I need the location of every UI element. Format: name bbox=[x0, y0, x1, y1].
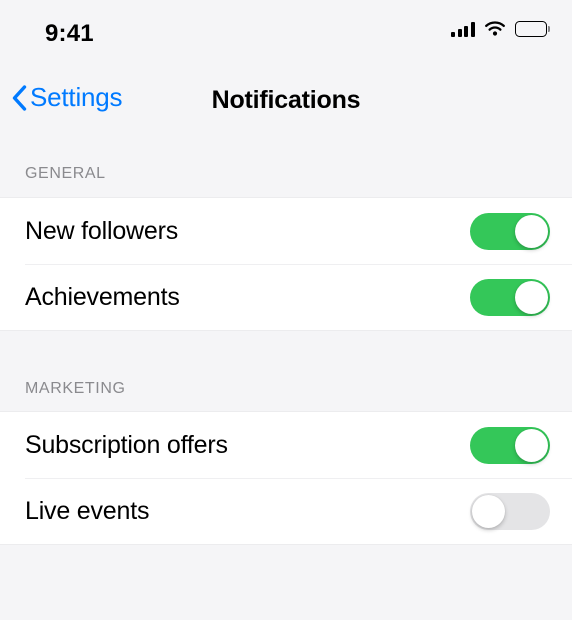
section-header-general: GENERAL bbox=[0, 131, 572, 197]
toggle-knob bbox=[515, 214, 548, 248]
toggle-knob bbox=[472, 494, 505, 528]
row-live-events[interactable]: Live events bbox=[0, 478, 572, 544]
section-header-marketing: MARKETING bbox=[0, 331, 572, 411]
toggle-new-followers[interactable] bbox=[470, 212, 550, 250]
toggle-live-events[interactable] bbox=[470, 492, 550, 530]
status-bar: 9:41 bbox=[0, 0, 572, 66]
status-bar-time: 9:41 bbox=[45, 20, 94, 47]
signal-bars-icon bbox=[451, 21, 475, 37]
navigation-bar: Settings Notifications bbox=[0, 66, 572, 131]
row-label: New followers bbox=[25, 216, 179, 245]
row-label: Subscription offers bbox=[25, 430, 228, 459]
row-label: Live events bbox=[25, 496, 150, 525]
toggle-knob bbox=[515, 280, 548, 314]
row-subscription-offers[interactable]: Subscription offers bbox=[0, 412, 572, 478]
settings-group-marketing: Subscription offers Live events bbox=[0, 411, 572, 545]
status-bar-icons bbox=[451, 21, 550, 37]
row-label: Achievements bbox=[25, 282, 180, 311]
wifi-icon bbox=[484, 21, 506, 37]
toggle-subscription-offers[interactable] bbox=[470, 426, 550, 464]
row-new-followers[interactable]: New followers bbox=[0, 198, 572, 264]
toggle-achievements[interactable] bbox=[470, 278, 550, 316]
settings-group-general: New followers Achievements bbox=[0, 197, 572, 331]
row-achievements[interactable]: Achievements bbox=[0, 264, 572, 330]
battery-full-icon bbox=[514, 21, 550, 37]
toggle-knob bbox=[515, 428, 548, 462]
page-title: Notifications bbox=[211, 86, 361, 114]
